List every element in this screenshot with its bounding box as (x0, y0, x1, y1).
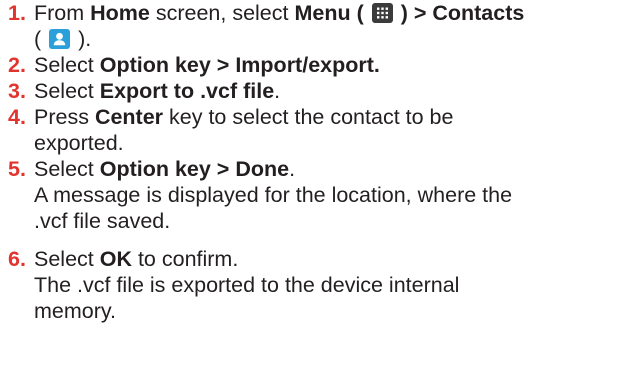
text: to confirm. (131, 247, 239, 271)
text: Press (34, 105, 95, 129)
step-3: 3. Select Export to .vcf file. (0, 78, 640, 104)
step-number: 3. (8, 79, 26, 103)
export-term: Export to .vcf file (99, 79, 275, 103)
step-text: From Home screen, select Menu ( ) > Cont… (34, 0, 634, 26)
text: screen, select (149, 1, 295, 25)
step-text: exported. (34, 131, 124, 155)
step-number: 2. (8, 53, 26, 77)
step-number: 5. (8, 157, 26, 181)
step-note: memory. (34, 299, 117, 323)
step-text: Select Option key > Done. (34, 156, 634, 182)
step-1: 1. From Home screen, select Menu ( ) > C… (0, 0, 640, 52)
step-text: Select Option key > Import/export. (34, 52, 634, 78)
step-text: ( ). (34, 26, 634, 52)
step-text: Select Export to .vcf file. (34, 78, 634, 104)
step-number: 1. (8, 1, 26, 25)
text: . (289, 157, 296, 181)
contacts-term: ) > Contacts (394, 1, 525, 25)
instruction-steps: 1. From Home screen, select Menu ( ) > C… (0, 0, 640, 324)
step-text: Select OK to confirm. (34, 246, 634, 272)
center-key-term: Center (94, 105, 164, 129)
text: Select (34, 157, 100, 181)
text: Select (34, 79, 100, 103)
step-6: 6. Select OK to confirm. The .vcf file i… (0, 246, 640, 324)
step-2: 2. Select Option key > Import/export. (0, 52, 640, 78)
step-number: 4. (8, 105, 26, 129)
text: Select (34, 247, 100, 271)
home-term: Home (90, 1, 150, 25)
step-5: 5. Select Option key > Done. A message i… (0, 156, 640, 234)
step-text: Press Center key to select the contact t… (34, 104, 634, 130)
done-term: Option key > Done (99, 157, 290, 181)
step-number: 6. (8, 247, 26, 271)
text: ( (350, 1, 370, 25)
text: Select (34, 53, 100, 77)
ok-term: OK (99, 247, 132, 271)
step-note: A message is displayed for the location,… (34, 183, 513, 207)
text: . (274, 79, 281, 103)
text: ). (78, 27, 92, 51)
step-4: 4. Press Center key to select the contac… (0, 104, 640, 156)
text: From (34, 1, 91, 25)
contacts-person-icon (49, 29, 71, 49)
step-note: The .vcf file is exported to the device … (34, 273, 460, 297)
option-key-term: Option key > Import/export. (99, 53, 380, 77)
menu-grid-icon (371, 3, 393, 23)
menu-term: Menu (294, 1, 351, 25)
step-note: .vcf file saved. (34, 209, 171, 233)
text: key to select the contact to be (163, 105, 454, 129)
text: ( (34, 27, 42, 51)
